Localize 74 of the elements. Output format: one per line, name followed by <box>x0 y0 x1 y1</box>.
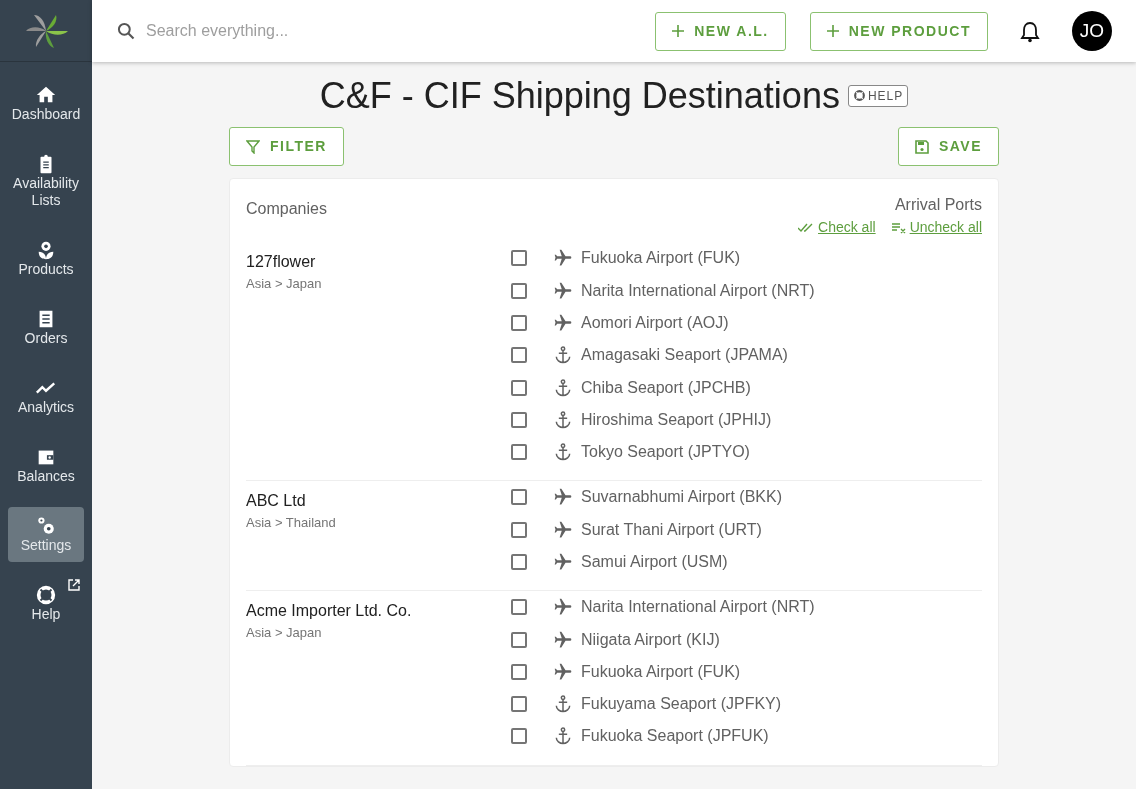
port-name: Narita International Airport (NRT) <box>581 597 815 618</box>
company-name: ABC Ltd <box>246 491 307 512</box>
airplane-icon <box>553 629 573 650</box>
port-name: Niigata Airport (KIJ) <box>581 629 720 650</box>
clear-list-icon <box>891 221 906 234</box>
checkbox[interactable] <box>511 663 527 680</box>
airplane-icon <box>553 280 573 301</box>
port-name: Hiroshima Seaport (JPHIJ) <box>581 409 772 430</box>
airplane-icon <box>553 661 573 682</box>
port-name: Fukuoka Airport (FUK) <box>581 661 741 682</box>
checkbox[interactable] <box>511 379 527 396</box>
lifebuoy-icon <box>852 89 866 103</box>
port-name: Samui Airport (USM) <box>581 552 728 572</box>
sidebar-item[interactable]: Balances <box>8 438 84 493</box>
port-name: Narita International Airport (NRT) <box>581 280 815 301</box>
checkbox[interactable] <box>511 489 527 506</box>
port-name: Fukuoka Airport (FUK) <box>581 248 741 269</box>
port-name: Aomori Airport (AOJ) <box>581 312 729 333</box>
checkbox[interactable] <box>511 631 527 648</box>
checkbox[interactable] <box>511 599 527 616</box>
search-icon <box>116 21 136 41</box>
checkbox[interactable] <box>511 728 527 745</box>
column-heading: Companies <box>246 199 327 220</box>
sidebar-item[interactable]: Settings <box>8 507 84 562</box>
avatar[interactable]: JO <box>1072 11 1112 51</box>
airplane-icon <box>553 312 573 333</box>
checkbox[interactable] <box>511 696 527 713</box>
airplane-icon <box>553 487 573 508</box>
bell-icon[interactable] <box>1020 20 1040 43</box>
plus-icon <box>672 25 685 37</box>
checkbox[interactable] <box>511 444 527 461</box>
company-name: 127flower <box>246 252 317 273</box>
column-heading: Arrival Ports <box>894 195 982 216</box>
sidebar-item[interactable]: Analytics <box>8 369 84 424</box>
sidebar-item[interactable]: Availability Lists <box>8 145 84 217</box>
sidebar-item[interactable]: Dashboard <box>8 76 84 131</box>
lifebuoy-icon <box>35 584 57 606</box>
port-name: Fukuoka Seaport (JPFUK) <box>581 726 769 747</box>
airplane-icon <box>553 519 573 540</box>
anchor-icon <box>553 377 573 398</box>
checkbox[interactable] <box>511 314 527 331</box>
airplane-icon <box>553 552 573 572</box>
checkbox[interactable] <box>511 282 527 299</box>
checkbox[interactable] <box>511 347 527 364</box>
sidebar-item[interactable]: Products <box>8 231 84 286</box>
anchor-icon <box>553 694 573 715</box>
page-title: C&F - CIF Shipping Destinations <box>319 74 840 118</box>
sidebar-item[interactable]: Help <box>8 576 84 631</box>
airplane-icon <box>553 248 573 269</box>
port-name: Amagasaki Seaport (JPAMA) <box>581 345 788 366</box>
filter-icon <box>246 139 260 154</box>
checkbox[interactable] <box>511 411 527 428</box>
sidebar-item[interactable]: Orders <box>8 300 84 355</box>
company-region: Asia > Thailand <box>246 514 337 533</box>
company-region: Asia > Japan <box>246 275 323 294</box>
port-name: Surat Thani Airport (URT) <box>581 519 762 540</box>
port-name: Suvarnabhumi Airport (BKK) <box>581 487 782 508</box>
port-name: Tokyo Seaport (JPTYO) <box>581 442 750 463</box>
port-name: Fukuyama Seaport (JPFKY) <box>581 694 782 715</box>
settings-icon <box>35 515 57 537</box>
airplane-icon <box>553 597 573 618</box>
anchor-icon <box>553 726 573 747</box>
anchor-icon <box>553 442 573 463</box>
port-name: Chiba Seaport (JPCHB) <box>581 377 751 398</box>
checkbox[interactable] <box>511 250 527 267</box>
double-check-icon <box>798 222 815 233</box>
plus-icon <box>826 25 839 37</box>
help-button[interactable]: HELP <box>847 84 909 107</box>
anchor-icon <box>553 345 573 366</box>
anchor-icon <box>553 409 573 430</box>
company-name: Acme Importer Ltd. Co. <box>246 601 413 622</box>
checkbox[interactable] <box>511 554 527 570</box>
checkbox[interactable] <box>511 521 527 538</box>
company-region: Asia > Japan <box>246 624 323 643</box>
